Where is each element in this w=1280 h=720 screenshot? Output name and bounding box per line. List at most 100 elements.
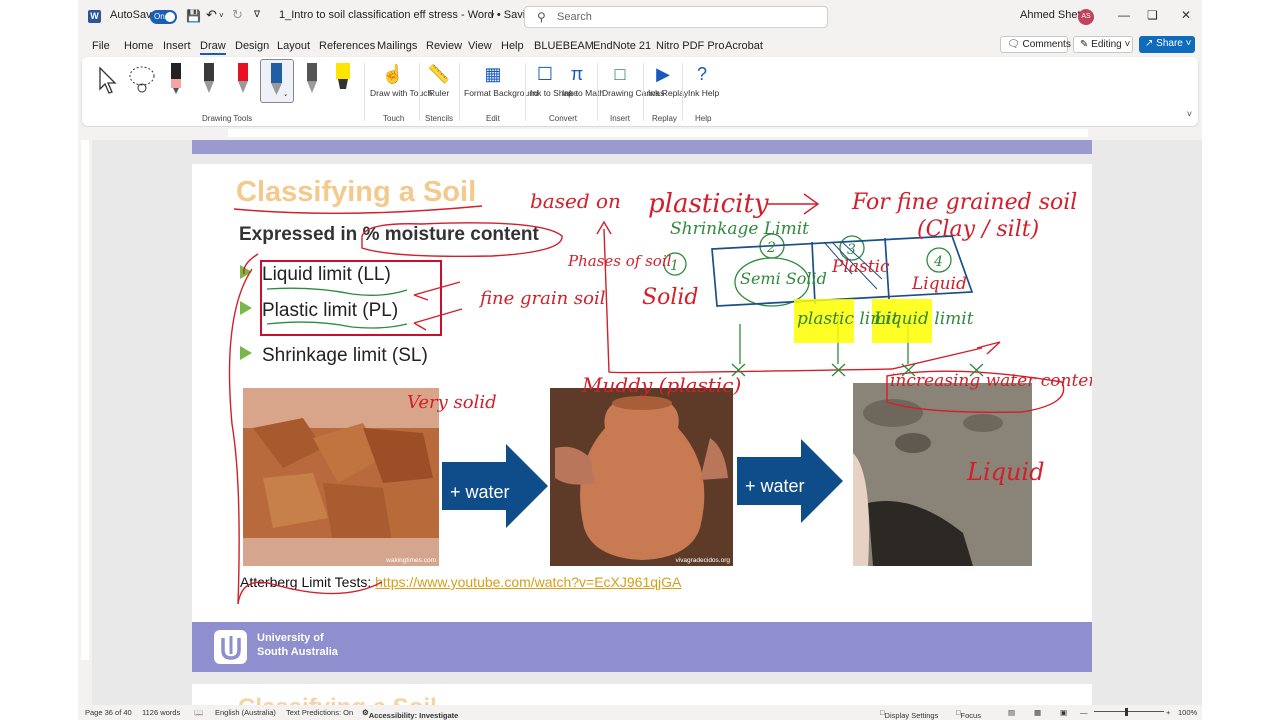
- slide-title: Classifying a Soil: [236, 176, 477, 208]
- zoom-slider[interactable]: [1094, 711, 1164, 712]
- tab-layout[interactable]: Layout: [277, 40, 310, 52]
- zoom-in-icon[interactable]: +: [1166, 708, 1170, 717]
- format-background-button[interactable]: ▦ Format Background: [464, 60, 539, 99]
- liquid-mud-photo: [853, 383, 1032, 566]
- zoom-slider-thumb[interactable]: [1125, 708, 1128, 716]
- title-dropdown-icon[interactable]: ˅: [490, 11, 495, 20]
- print-layout-icon[interactable]: ▦: [1034, 708, 1041, 717]
- bullet-arrow-icon: [240, 346, 252, 360]
- horizontal-ruler[interactable]: [78, 127, 1202, 139]
- ink-replay-button[interactable]: ▶ Ink Replay: [648, 60, 688, 99]
- zoom-level[interactable]: 100%: [1178, 708, 1197, 717]
- ribbon-tabs: File Home Insert Draw Design Layout Refe…: [78, 36, 1202, 56]
- word-count[interactable]: 1126 words: [142, 708, 180, 717]
- ink-to-shape-button[interactable]: ☐ Ink to Shape: [530, 60, 578, 99]
- previous-slide-edge: [192, 140, 1092, 154]
- word-window: W AutoSave On 💾 ↶ ˅ ↻ ∇ 1_Intro to soil …: [78, 0, 1202, 720]
- search-box[interactable]: ⚲ Search: [524, 6, 828, 28]
- pen-red[interactable]: [236, 61, 250, 93]
- ink-liquid-phase: Liquid: [911, 274, 967, 294]
- next-slide-edge: Classifying a Soil: [192, 684, 1092, 705]
- tab-acrobat[interactable]: Acrobat: [725, 40, 763, 52]
- photo-credit-2: vivagradecidos.org: [675, 557, 730, 564]
- tab-nitro[interactable]: Nitro PDF Pro: [656, 40, 724, 52]
- atterberg-video-link[interactable]: https://www.youtube.com/watch?v=EcXJ961q…: [375, 574, 681, 590]
- document-title[interactable]: 1_Intro to soil classification eff stres…: [279, 9, 547, 21]
- tab-draw[interactable]: Draw: [200, 40, 226, 55]
- document-canvas[interactable]: Classifying a Soil Expressed in % moistu…: [92, 140, 1202, 705]
- language-status[interactable]: English (Australia): [215, 708, 276, 717]
- ink-solid: Solid: [642, 285, 698, 310]
- ink-phases-of-soil: Phases of soil: [567, 252, 672, 270]
- drawing-canvas-button[interactable]: □ Drawing Canvas: [602, 60, 664, 99]
- page-count[interactable]: Page 36 of 40: [85, 708, 132, 717]
- undo-icon[interactable]: ↶: [206, 7, 217, 23]
- tab-home[interactable]: Home: [124, 40, 153, 52]
- restore-icon[interactable]: ❏: [1147, 8, 1158, 22]
- accessibility-status[interactable]: ⚙ Accessibility: Investigate: [362, 708, 458, 720]
- avatar[interactable]: AS: [1078, 9, 1094, 25]
- pen-pink[interactable]: [169, 61, 183, 94]
- save-icon[interactable]: 💾: [186, 9, 201, 23]
- read-mode-icon[interactable]: ▤: [1008, 708, 1015, 717]
- vertical-ruler[interactable]: [78, 140, 92, 700]
- redo-icon[interactable]: ↻: [232, 7, 243, 23]
- tab-design[interactable]: Design: [235, 40, 269, 52]
- ink-help-button[interactable]: ? Ink Help: [688, 60, 719, 99]
- svg-text:˅: ˅: [284, 94, 288, 102]
- autosave-toggle[interactable]: On: [150, 10, 177, 24]
- ink-based-on: based on: [530, 189, 621, 213]
- tab-endnote[interactable]: EndNote 21: [593, 40, 651, 52]
- slide-image[interactable]: Classifying a Soil Expressed in % moistu…: [192, 164, 1092, 672]
- comments-button[interactable]: 🗨 Comments: [1000, 36, 1071, 53]
- draw-with-touch-button[interactable]: ☝ Draw with Touch: [370, 60, 432, 99]
- select-cursor-icon[interactable]: [94, 65, 120, 95]
- tab-help[interactable]: Help: [501, 40, 524, 52]
- zoom-out-icon[interactable]: —: [1080, 708, 1088, 717]
- ink-liquid-limit: Liquid limit: [873, 309, 974, 329]
- pen-blue-selected[interactable]: ˅: [260, 59, 294, 103]
- undo-dropdown-icon[interactable]: ˅: [219, 11, 224, 20]
- tab-bluebeam[interactable]: BLUEBEAM: [534, 40, 594, 52]
- customize-qat-icon[interactable]: ∇: [254, 9, 260, 20]
- share-button[interactable]: ↗ Share ˅: [1139, 36, 1195, 53]
- web-layout-icon[interactable]: ▣: [1060, 708, 1067, 717]
- lasso-select-icon[interactable]: [126, 63, 158, 95]
- group-label-help: Help: [695, 114, 712, 123]
- tab-insert[interactable]: Insert: [163, 40, 191, 52]
- tab-references[interactable]: References: [319, 40, 375, 52]
- display-settings-button[interactable]: □ Display Settings: [880, 708, 938, 720]
- ink-number-1: 1: [670, 258, 679, 274]
- highlighter-yellow[interactable]: [334, 61, 352, 91]
- water-arrow-1-label: + water: [450, 482, 510, 502]
- ruler-button[interactable]: 📏 Ruler: [424, 60, 454, 99]
- text-predictions-status[interactable]: Text Predictions: On: [286, 708, 353, 717]
- tab-mailings[interactable]: Mailings: [377, 40, 417, 52]
- editing-button[interactable]: ✎ Editing ˅: [1073, 36, 1133, 53]
- unisa-logo: [214, 630, 247, 664]
- focus-button[interactable]: □ Focus: [956, 708, 981, 720]
- minimize-icon[interactable]: —: [1118, 8, 1130, 22]
- search-icon: ⚲: [537, 10, 546, 24]
- tab-review[interactable]: Review: [426, 40, 462, 52]
- pen-black[interactable]: [202, 61, 216, 93]
- left-margin: [0, 0, 78, 720]
- proofing-icon[interactable]: 📖: [194, 708, 203, 717]
- collapse-ribbon-icon[interactable]: ˅: [1187, 109, 1192, 119]
- photo-credit-1: wakingtimes.com: [386, 557, 436, 564]
- search-placeholder: Search: [557, 11, 592, 23]
- title-bar: W AutoSave On 💾 ↶ ˅ ↻ ∇ 1_Intro to soil …: [78, 0, 1202, 34]
- drawing-canvas-icon: □: [614, 64, 626, 84]
- expressed-in-text: Expressed in % moisture content: [239, 224, 539, 245]
- ink-fine-grain-soil: fine grain soil: [478, 288, 606, 309]
- tab-file[interactable]: File: [92, 40, 110, 52]
- atterberg-label: Atterberg Limit Tests:: [240, 574, 372, 590]
- close-icon[interactable]: ✕: [1181, 8, 1191, 22]
- status-bar: Page 36 of 40 1126 words 📖 English (Aust…: [78, 705, 1202, 720]
- ink-to-math-button[interactable]: π Ink to Math: [562, 60, 604, 99]
- ink-to-math-icon: π: [570, 64, 584, 84]
- pen-gray[interactable]: [305, 61, 319, 93]
- user-name[interactable]: Ahmed Sheta: [1020, 9, 1087, 21]
- group-label-replay: Replay: [652, 114, 677, 123]
- tab-view[interactable]: View: [468, 40, 492, 52]
